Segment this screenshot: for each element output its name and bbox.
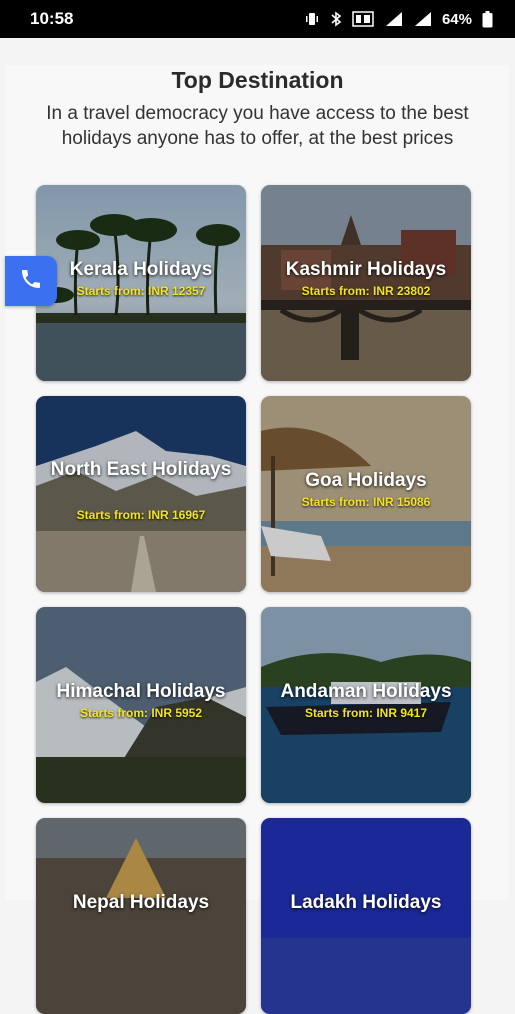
destination-card-ladakh[interactable]: Ladakh Holidays xyxy=(261,818,471,1014)
destination-card-nepal[interactable]: Nepal Holidays xyxy=(36,818,246,1014)
kerala-image xyxy=(36,185,246,381)
vibrate-icon xyxy=(304,11,320,27)
signal-icon xyxy=(414,11,432,27)
himachal-image xyxy=(36,607,246,803)
destination-name: Nepal Holidays xyxy=(72,892,210,913)
destination-price: Starts from: INR 9417 xyxy=(304,706,428,720)
status-icons: 64% xyxy=(304,10,493,28)
ladakh-image xyxy=(261,818,471,1014)
destination-card-kashmir[interactable]: Kashmir Holidays Starts from: INR 23802 xyxy=(261,185,471,381)
destination-name: Goa Holidays xyxy=(305,470,427,491)
destination-name: Himachal Holidays xyxy=(56,681,226,702)
destination-price: Starts from: INR 12357 xyxy=(76,284,206,298)
destinations-page: Top Destination In a travel democracy yo… xyxy=(6,65,509,1014)
4g-signal-icon xyxy=(384,11,404,27)
destination-price: Starts from: INR 23802 xyxy=(301,284,431,298)
nepal-image xyxy=(36,818,246,1014)
destination-card-north-east[interactable]: North East Holidays Starts from: INR 169… xyxy=(36,396,246,592)
destination-name: Ladakh Holidays xyxy=(290,892,442,913)
andaman-image xyxy=(261,607,471,803)
status-bar: 10:58 64% xyxy=(0,0,515,38)
destination-card-himachal[interactable]: Himachal Holidays Starts from: INR 5952 xyxy=(36,607,246,803)
call-button[interactable] xyxy=(5,256,57,306)
destination-card-andaman[interactable]: Andaman Holidays Starts from: INR 9417 xyxy=(261,607,471,803)
destination-name: Kashmir Holidays xyxy=(285,259,447,280)
section-title: Top Destination xyxy=(171,67,344,93)
status-time: 10:58 xyxy=(30,9,74,28)
battery-percent: 64% xyxy=(441,10,472,28)
destination-price: Starts from: INR 5952 xyxy=(79,706,203,720)
destination-name: Kerala Holidays xyxy=(69,259,213,280)
destination-price: Starts from: INR 15086 xyxy=(301,495,431,509)
section-subtitle: In a travel democracy you have access to… xyxy=(46,103,469,149)
bluetooth-icon xyxy=(330,11,342,27)
destination-name: Andaman Holidays xyxy=(280,681,452,702)
destination-card-goa[interactable]: Goa Holidays Starts from: INR 15086 xyxy=(261,396,471,592)
destination-price: Starts from: INR 16967 xyxy=(76,508,206,522)
volte-icon xyxy=(352,11,374,27)
kashmir-image xyxy=(261,185,471,381)
destination-card-kerala[interactable]: Kerala Holidays Starts from: INR 12357 xyxy=(36,185,246,381)
destination-name: North East Holidays xyxy=(50,459,232,480)
phone-icon xyxy=(19,267,43,296)
goa-image xyxy=(261,396,471,592)
battery-icon xyxy=(482,10,493,28)
north-east-image xyxy=(36,396,246,592)
